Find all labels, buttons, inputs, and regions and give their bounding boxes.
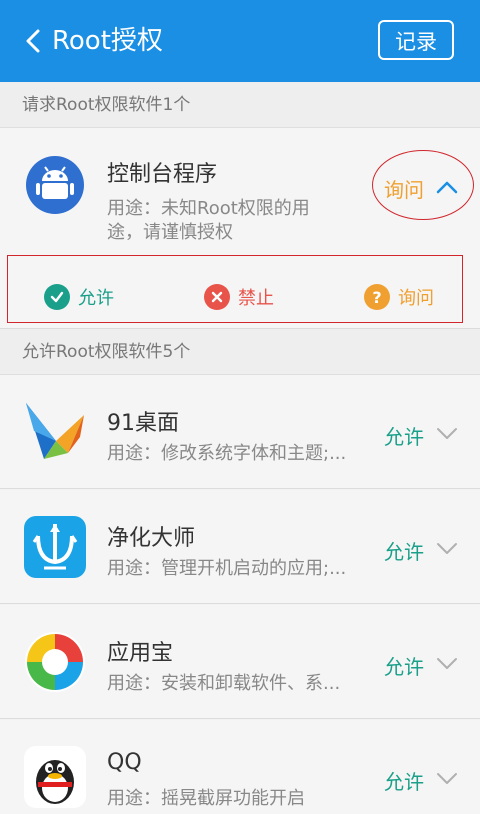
app-name: 应用宝 bbox=[107, 641, 174, 666]
top-bar: Root授权 记录 bbox=[0, 0, 480, 82]
app-name: 净化大师 bbox=[107, 526, 196, 551]
back-arrow-icon[interactable] bbox=[18, 22, 50, 60]
chevron-down-icon[interactable] bbox=[436, 657, 458, 671]
app-row[interactable]: 91桌面 用途：修改系统字体和主题;... 允许 bbox=[0, 375, 480, 489]
app-row[interactable]: 净化大师 用途：管理开机启动的应用;... 允许 bbox=[0, 490, 480, 604]
app-desc: 用途：安装和卸载软件、系... bbox=[107, 673, 341, 694]
app-desc-line2: 途，请谨慎授权 bbox=[107, 222, 233, 243]
android-console-app-icon bbox=[26, 156, 84, 214]
app-desc: 用途：管理开机启动的应用;... bbox=[107, 558, 347, 579]
app-name: QQ bbox=[107, 750, 142, 775]
app-row[interactable]: 应用宝 用途：安装和卸载软件、系... 允许 bbox=[0, 605, 480, 719]
qq-penguin-app-icon bbox=[24, 746, 86, 808]
page-title: Root授权 bbox=[52, 26, 163, 56]
status-label[interactable]: 允许 bbox=[384, 651, 424, 680]
highlight-oval bbox=[372, 150, 474, 220]
status-label[interactable]: 允许 bbox=[384, 421, 424, 450]
record-button[interactable]: 记录 bbox=[378, 20, 454, 60]
app-store-app-icon bbox=[25, 632, 85, 692]
app-name: 91桌面 bbox=[107, 411, 179, 436]
app-desc-line1: 用途：未知Root权限的用 bbox=[107, 198, 310, 219]
91-desktop-app-icon bbox=[26, 403, 84, 459]
app-desc: 用途：修改系统字体和主题;... bbox=[107, 443, 347, 464]
status-label[interactable]: 允许 bbox=[384, 536, 424, 565]
chevron-down-icon[interactable] bbox=[436, 427, 458, 441]
chevron-down-icon[interactable] bbox=[436, 772, 458, 786]
chevron-down-icon[interactable] bbox=[436, 542, 458, 556]
purify-master-app-icon bbox=[24, 516, 86, 578]
allowed-section-header: 允许Root权限软件5个 bbox=[0, 329, 480, 375]
app-name: 控制台程序 bbox=[107, 162, 218, 187]
app-row[interactable]: QQ 用途：摇晃截屏功能开启 允许 bbox=[0, 720, 480, 814]
app-desc: 用途：摇晃截屏功能开启 bbox=[107, 788, 305, 809]
highlight-box bbox=[7, 255, 463, 323]
status-label[interactable]: 允许 bbox=[384, 766, 424, 795]
pending-section-header: 请求Root权限软件1个 bbox=[0, 82, 480, 128]
